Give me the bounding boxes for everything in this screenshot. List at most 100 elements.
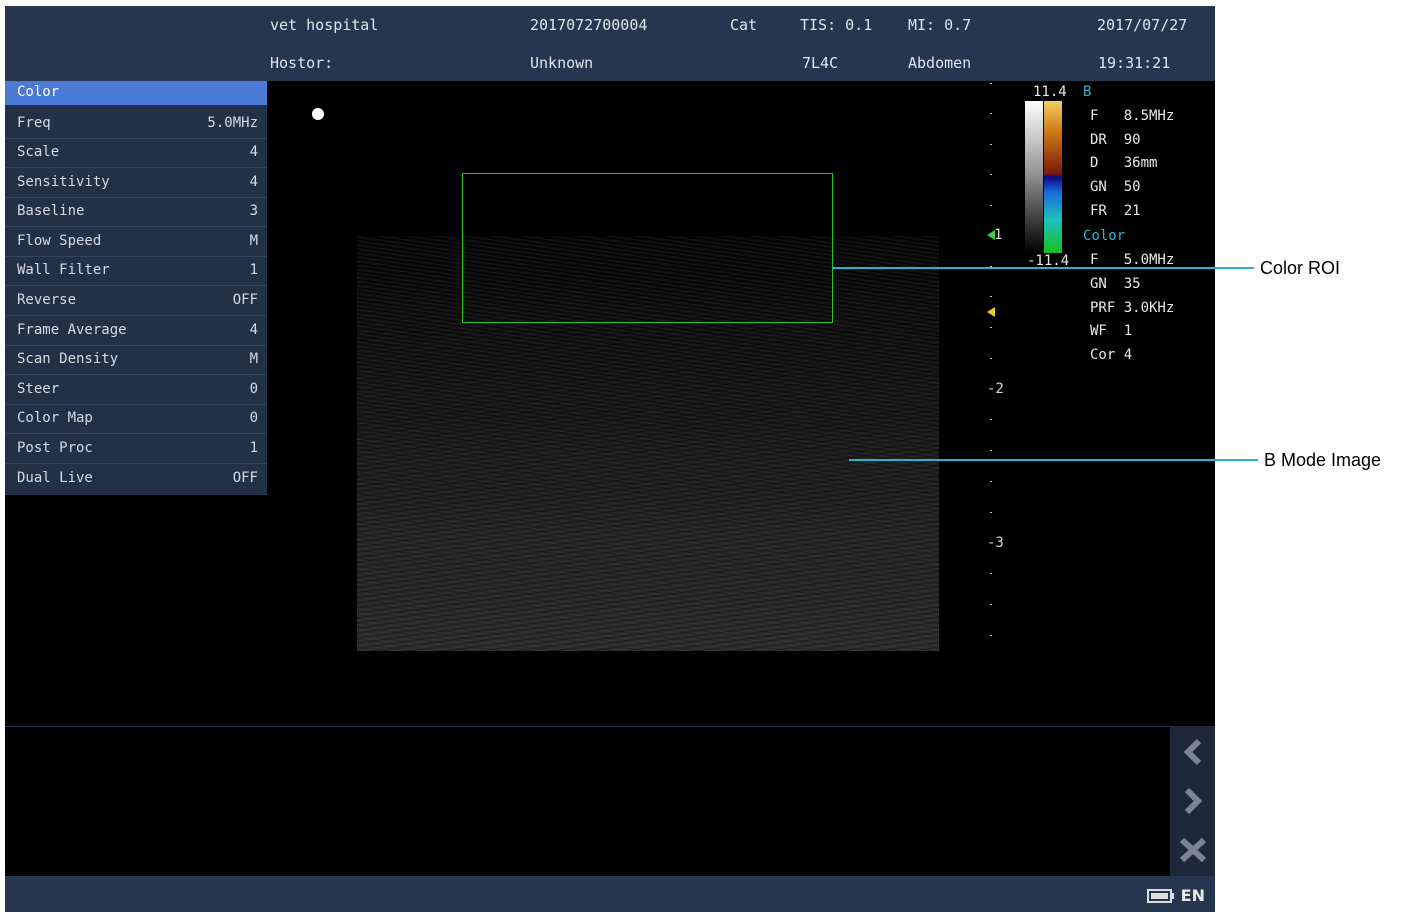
menu-item-value: 1	[249, 262, 258, 278]
exam-date: 2017/07/27	[1097, 16, 1188, 34]
color-wall-filter: WF 1	[1090, 323, 1133, 339]
patient-info-header: vet hospital 2017072700004 Cat TIS: 0.1 …	[5, 6, 1215, 81]
depth-tick	[990, 419, 992, 420]
menu-item-label: Baseline	[17, 203, 85, 219]
exam-time: 19:31:21	[1098, 54, 1171, 72]
color-params-title: Color	[1083, 228, 1126, 244]
depth-tick	[990, 358, 992, 359]
input-language[interactable]: EN	[1181, 886, 1205, 905]
menu-item-frame-average[interactable]: Frame Average 4	[5, 317, 267, 346]
menu-title-color[interactable]: Color	[5, 81, 267, 105]
menu-item-wall-filter[interactable]: Wall Filter 1	[5, 257, 267, 286]
menu-title-label: Color	[17, 84, 60, 100]
menu-item-freq[interactable]: Freq 5.0MHz	[5, 110, 267, 139]
menu-item-scale[interactable]: Scale 4	[5, 139, 267, 168]
depth-label-2: -2	[987, 381, 1004, 397]
close-icon	[1179, 837, 1206, 863]
depth-tick	[990, 296, 992, 297]
depth-tick	[990, 327, 992, 328]
menu-item-label: Freq	[17, 115, 51, 131]
depth-tick	[990, 174, 992, 175]
menu-item-post-proc[interactable]: Post Proc 1	[5, 435, 267, 464]
menu-item-sensitivity[interactable]: Sensitivity 4	[5, 169, 267, 198]
color-correlation: Cor 4	[1090, 347, 1133, 363]
b-frame-rate: FR 21	[1090, 203, 1141, 219]
image-area-divider	[5, 726, 1215, 727]
menu-item-value: 4	[249, 144, 258, 160]
menu-item-value: 0	[249, 410, 258, 426]
hospital-name: vet hospital	[270, 16, 379, 34]
b-mode-callout-line	[849, 459, 1258, 461]
color-roi-callout: Color ROI	[1260, 258, 1341, 278]
menu-item-value: 1	[249, 440, 258, 456]
close-button[interactable]	[1170, 826, 1215, 874]
species: Cat	[730, 16, 758, 34]
menu-item-value: M	[249, 351, 258, 367]
menu-item-value: 3	[249, 203, 258, 219]
color-scale-bar	[1025, 101, 1062, 253]
menu-item-label: Wall Filter	[17, 262, 110, 278]
menu-item-dual-live[interactable]: Dual Live OFF	[5, 465, 267, 493]
menu-item-steer[interactable]: Steer 0	[5, 376, 267, 405]
menu-item-value: OFF	[232, 292, 258, 308]
menu-item-value: 0	[249, 381, 258, 397]
menu-item-label: Steer	[17, 381, 60, 397]
chevron-left-icon	[1183, 738, 1201, 766]
b-gain: GN 50	[1090, 179, 1141, 195]
color-prf: PRF 3.0KHz	[1090, 300, 1175, 316]
colorbar-max: 11.4	[1033, 84, 1067, 100]
depth-tick	[990, 573, 992, 574]
menu-item-label: Dual Live	[17, 470, 93, 486]
menu-item-value: 5.0MHz	[207, 115, 258, 131]
menu-item-scan-density[interactable]: Scan Density M	[5, 346, 267, 375]
depth-tick	[990, 113, 992, 114]
b-mode-params-title: B	[1083, 84, 1092, 100]
menu-item-label: Frame Average	[17, 322, 127, 338]
orientation-marker	[312, 108, 324, 120]
tis-value: TIS: 0.1	[800, 16, 873, 34]
b-depth: D 36mm	[1090, 155, 1158, 171]
hostor-label: Hostor:	[270, 54, 334, 72]
depth-tick	[990, 481, 992, 482]
b-dynamic-range: DR 90	[1090, 132, 1141, 148]
chevron-right-icon	[1184, 787, 1202, 815]
next-button[interactable]	[1170, 777, 1215, 825]
depth-tick	[990, 512, 992, 513]
depth-label-1: 1	[994, 227, 1003, 243]
focus-marker-yellow-icon	[987, 307, 995, 317]
battery-icon	[1147, 889, 1174, 903]
probe-name: 7L4C	[802, 54, 839, 72]
menu-item-value: OFF	[232, 470, 258, 486]
menu-item-baseline[interactable]: Baseline 3	[5, 198, 267, 227]
menu-item-reverse[interactable]: Reverse OFF	[5, 287, 267, 316]
menu-item-label: Scan Density	[17, 351, 119, 367]
color-roi-callout-line	[832, 267, 1254, 269]
menu-item-label: Flow Speed	[17, 233, 102, 249]
status-bar: EN	[5, 876, 1215, 912]
menu-item-label: Reverse	[17, 292, 77, 308]
color-gain: GN 35	[1090, 276, 1141, 292]
b-freq: F 8.5MHz	[1090, 108, 1175, 124]
menu-item-color-map[interactable]: Color Map 0	[5, 405, 267, 434]
menu-item-label: Post Proc	[17, 440, 93, 456]
color-settings-menu: Color Freq 5.0MHz Scale 4 Sensitivity 4 Bas…	[5, 81, 267, 495]
menu-item-value: 4	[249, 174, 258, 190]
depth-label-3: -3	[987, 535, 1004, 551]
menu-item-label: Scale	[17, 144, 60, 160]
depth-tick	[990, 604, 992, 605]
depth-tick	[990, 205, 992, 206]
patient-id: 2017072700004	[530, 16, 648, 34]
depth-tick	[990, 144, 992, 145]
depth-tick	[990, 450, 992, 451]
menu-item-value: M	[249, 233, 258, 249]
menu-item-label: Sensitivity	[17, 174, 110, 190]
mi-value: MI: 0.7	[908, 16, 972, 34]
depth-tick	[990, 635, 992, 636]
menu-item-label: Color Map	[17, 410, 93, 426]
menu-item-value: 4	[249, 322, 258, 338]
color-roi-box[interactable]	[462, 173, 833, 323]
prev-button[interactable]	[1170, 728, 1215, 776]
exam-type: Abdomen	[908, 54, 972, 72]
depth-tick	[990, 83, 992, 84]
menu-item-flow-speed[interactable]: Flow Speed M	[5, 228, 267, 257]
